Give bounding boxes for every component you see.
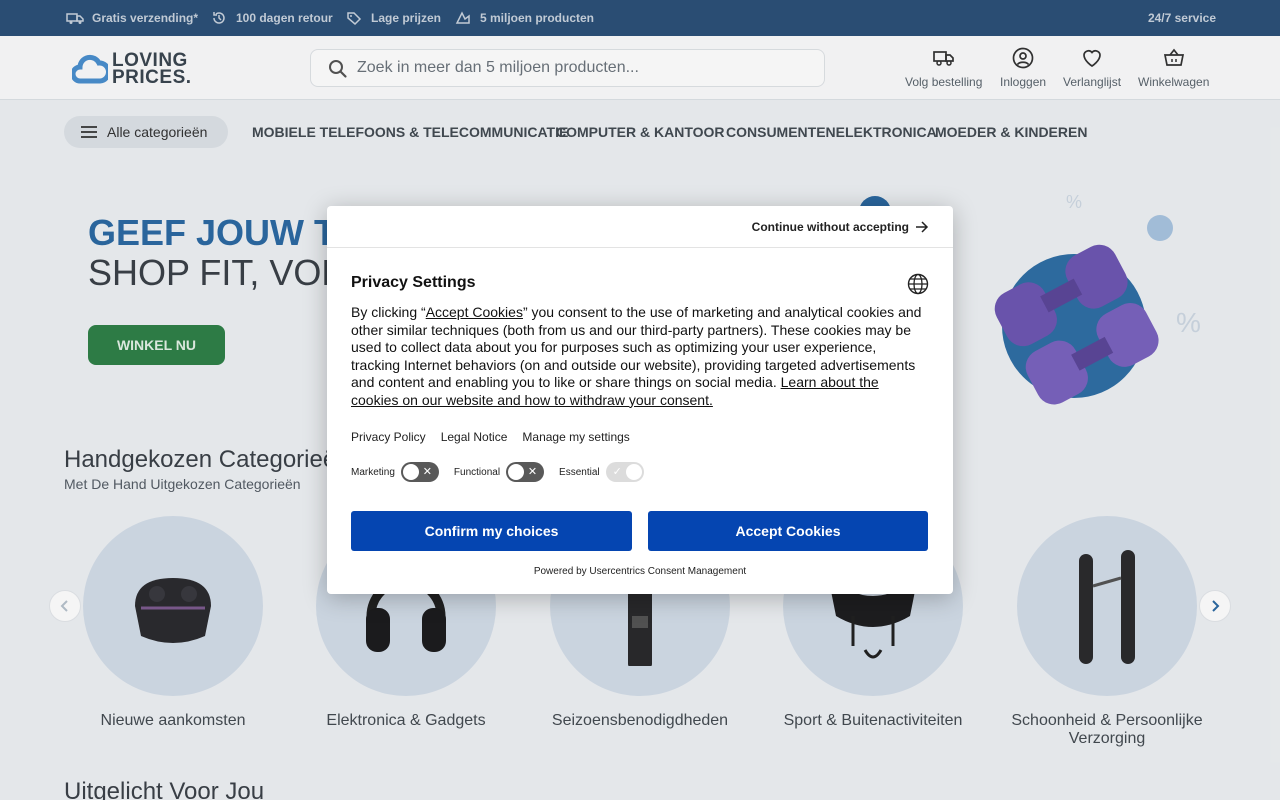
marketing-toggle-label: Marketing	[351, 466, 395, 478]
continue-without-accepting-label: Continue without accepting	[751, 220, 909, 234]
functional-toggle-label: Functional	[453, 466, 501, 478]
arrow-right-icon	[916, 221, 929, 233]
check-icon: ✓	[612, 466, 622, 478]
cookie-consent-dialog: Continue without accepting Privacy Setti…	[327, 206, 953, 594]
consent-links: Privacy Policy Legal Notice Manage my se…	[351, 430, 630, 444]
close-icon: ✕	[527, 466, 538, 478]
continue-without-accepting-button[interactable]: Continue without accepting	[752, 220, 929, 234]
functional-toggle-group: Functional ✕	[453, 462, 545, 482]
confirm-choices-button[interactable]: Confirm my choices	[351, 511, 632, 551]
accept-cookies-button[interactable]: Accept Cookies	[648, 511, 928, 551]
accept-cookies-inline-link[interactable]: Accept Cookies	[426, 304, 523, 320]
consent-title: Privacy Settings	[351, 274, 476, 291]
consent-toggles: Marketing ✕ Functional ✕ Essential ✓	[351, 462, 659, 482]
privacy-policy-link[interactable]: Privacy Policy	[351, 430, 426, 444]
close-icon: ✕	[422, 466, 432, 478]
legal-notice-link[interactable]: Legal Notice	[441, 430, 508, 444]
marketing-toggle-group: Marketing ✕	[351, 462, 439, 482]
language-globe-icon[interactable]	[907, 273, 929, 295]
manage-settings-link[interactable]: Manage my settings	[522, 430, 629, 444]
essential-toggle: ✓	[605, 462, 644, 482]
marketing-toggle[interactable]: ✕	[400, 462, 439, 482]
essential-toggle-group: Essential ✓	[559, 462, 644, 482]
consent-dialog-header: Continue without accepting	[327, 206, 953, 248]
consent-body-text: By clicking “Accept Cookies” you consent…	[351, 304, 922, 408]
essential-toggle-label: Essential	[559, 466, 600, 478]
functional-toggle[interactable]: ✕	[506, 462, 545, 482]
powered-by-text: Powered by Usercentrics Consent Manageme…	[533, 566, 747, 577]
